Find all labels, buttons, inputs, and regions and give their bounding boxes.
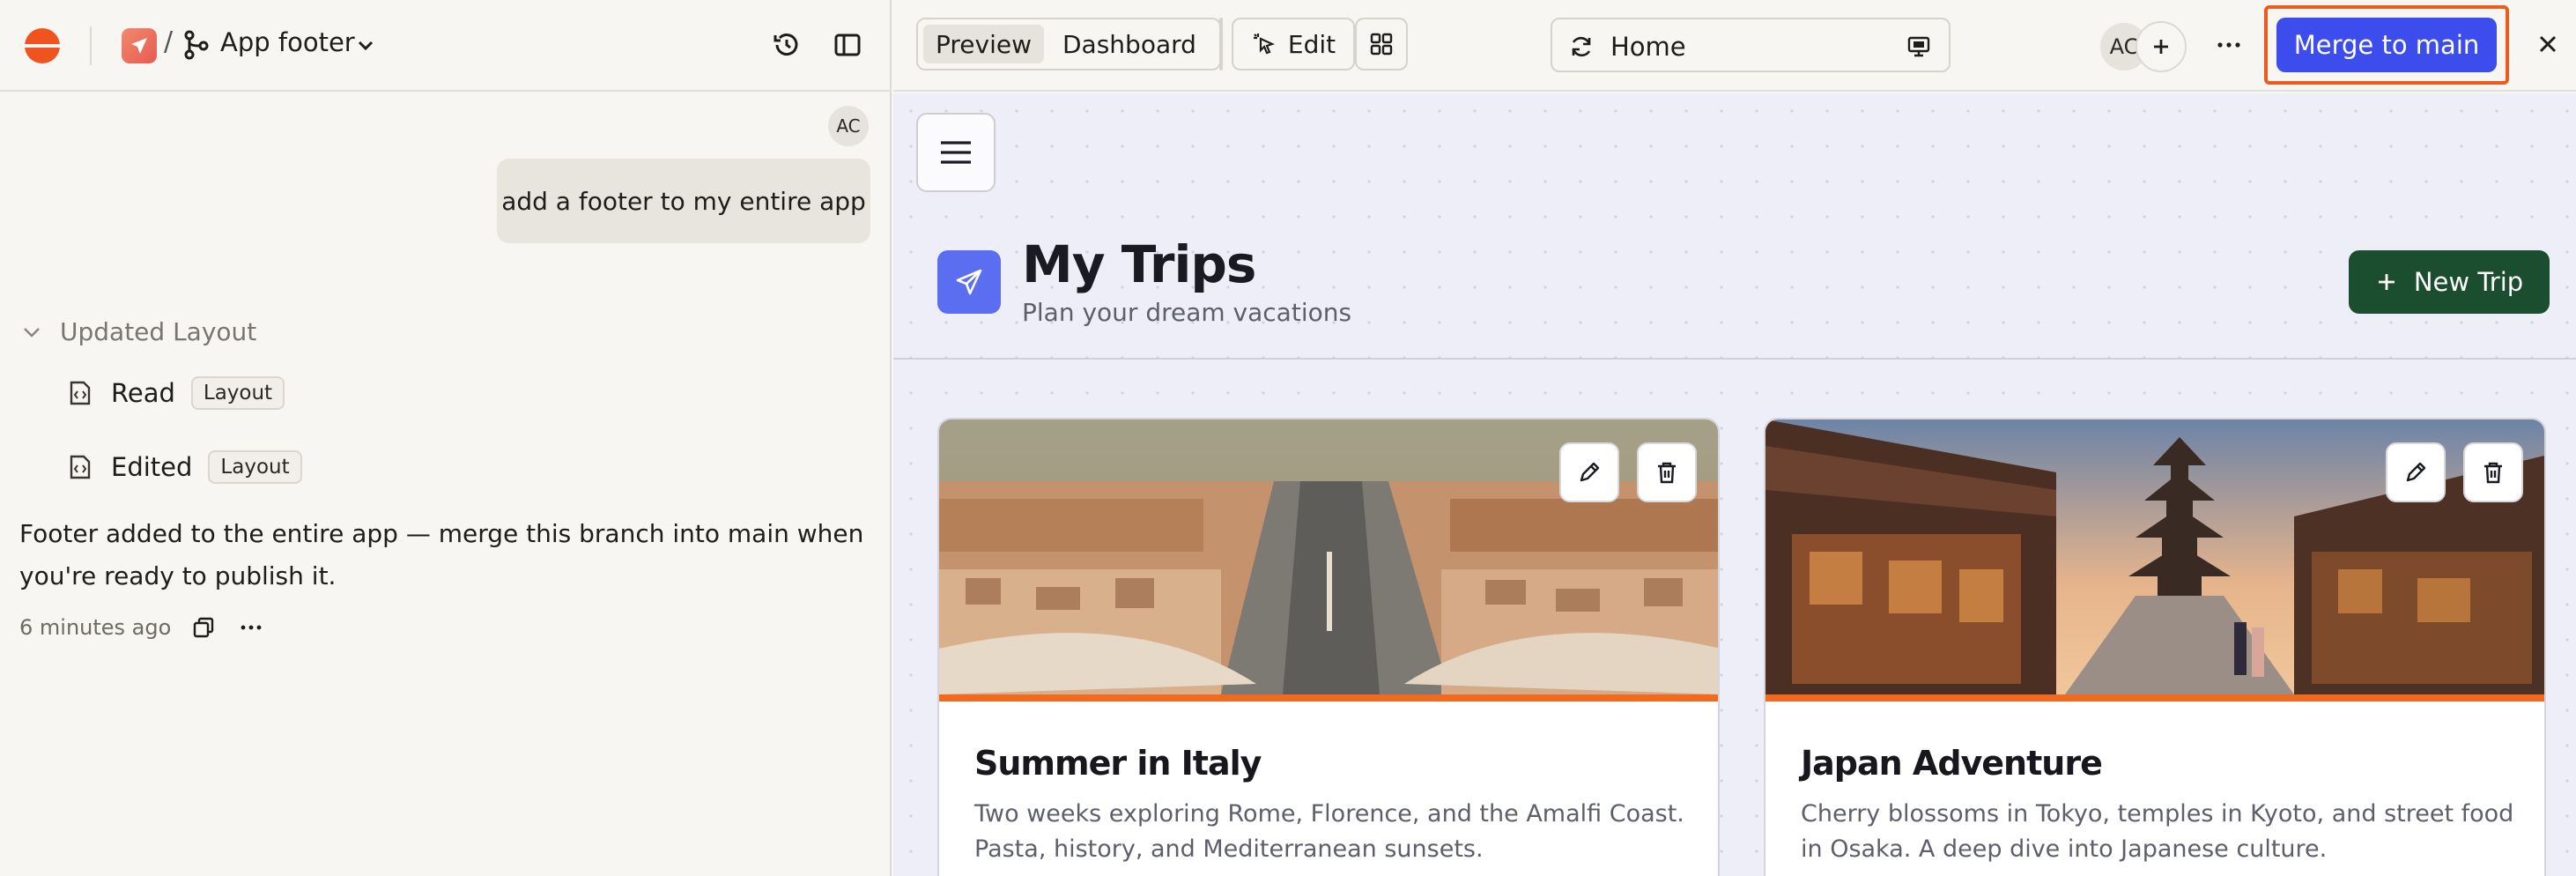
file-tag: Layout [190,376,285,410]
menu-button[interactable] [916,113,996,192]
pencil-icon [2406,462,2426,482]
edit-button[interactable]: Edit [1232,18,1355,71]
trash-icon [1658,462,1676,484]
brand-logo[interactable] [25,28,60,63]
close-icon[interactable] [2535,32,2560,56]
copy-icon[interactable] [192,616,215,639]
grid-icon [1370,33,1393,56]
section-label: Updated Layout [60,316,257,346]
trip-title: Summer in Italy [974,744,1262,783]
header-divider [90,26,92,65]
chevron-down-icon [24,328,40,338]
chat-panel: / App footer AC add a footer to my entir… [0,0,892,876]
trip-card[interactable]: Summer in Italy Two weeks exploring Rome… [937,418,1720,876]
card-accent-bar [1765,694,2544,702]
plane-icon [956,269,982,295]
desktop-device-icon[interactable] [1906,35,1931,58]
plus-icon [2378,274,2395,290]
code-file-icon [70,455,91,479]
delete-trip-button[interactable] [1637,442,1697,502]
more-options-icon[interactable] [240,623,263,632]
trip-description: Cherry blossoms in Tokyo, temples in Kyo… [1801,800,2514,863]
more-options-icon[interactable] [2215,32,2243,58]
assistant-reply: Footer added to the entire app — merge t… [19,519,864,590]
refresh-icon[interactable] [1568,33,1595,60]
view-switcher: Preview Dashboard [916,18,1221,71]
new-trip-label: New Trip [2413,267,2524,297]
merge-to-main-button[interactable]: Merge to main [2276,18,2497,72]
plane-icon [131,38,147,54]
chat-header: / App footer [0,0,892,92]
user-message: add a footer to my entire app [497,159,870,243]
git-branch-icon [184,30,209,60]
code-file-icon [70,381,91,405]
file-tag: Layout [208,450,302,484]
chevron-down-icon[interactable] [356,35,375,55]
edit-label: Edit [1287,29,1336,59]
tool-action-label: Edited [111,452,193,482]
cursor-click-icon [1253,33,1275,55]
edit-trip-button[interactable] [2386,442,2446,502]
url-bar[interactable]: Home [1551,18,1951,72]
page-subtitle: Plan your dream vacations [1022,298,1352,327]
invite-collaborator-button[interactable] [2136,21,2187,72]
plus-icon [2154,40,2168,54]
trip-card[interactable]: Japan Adventure Cherry blossoms in Tokyo… [1764,418,2546,876]
tab-preview[interactable]: Preview [923,25,1044,63]
page-title: My Trips [1022,234,1256,294]
tab-dashboard[interactable]: Dashboard [1050,25,1209,63]
trip-description: Two weeks exploring Rome, Florence, and … [974,800,1684,863]
trips-logo [937,250,1001,314]
preview-toolbar: Preview Dashboard Edit Home AC Merge to … [893,0,2576,92]
delete-trip-button[interactable] [2463,442,2523,502]
edit-trip-button[interactable] [1559,442,1619,502]
app-preview: My Trips Plan your dream vacations New T… [893,93,2576,876]
app-icon[interactable] [122,28,157,63]
tool-action-label: Read [111,378,175,408]
trip-title: Japan Adventure [1801,744,2103,783]
breadcrumb-separator: / [164,26,174,57]
tool-step-read[interactable]: Read Layout [69,374,285,412]
header-divider [893,358,2576,360]
layout-grid-button[interactable] [1355,18,1408,71]
hamburger-icon [941,141,971,164]
pencil-icon [1580,462,1600,482]
tool-step-edited[interactable]: Edited Layout [69,448,302,486]
timestamp: 6 minutes ago [19,615,172,640]
new-trip-button[interactable]: New Trip [2349,250,2550,314]
history-icon[interactable] [772,30,802,60]
branch-name[interactable]: App footer [220,27,355,57]
updated-section-toggle[interactable]: Updated Layout [21,314,256,349]
trash-icon [2484,462,2502,484]
current-route: Home [1610,32,1686,62]
merge-highlight: Merge to main [2264,5,2509,85]
card-accent-bar [939,694,1718,702]
user-avatar: AC [828,106,869,146]
message-meta: 6 minutes ago [19,612,287,643]
sidebar-toggle-icon[interactable] [833,32,862,58]
